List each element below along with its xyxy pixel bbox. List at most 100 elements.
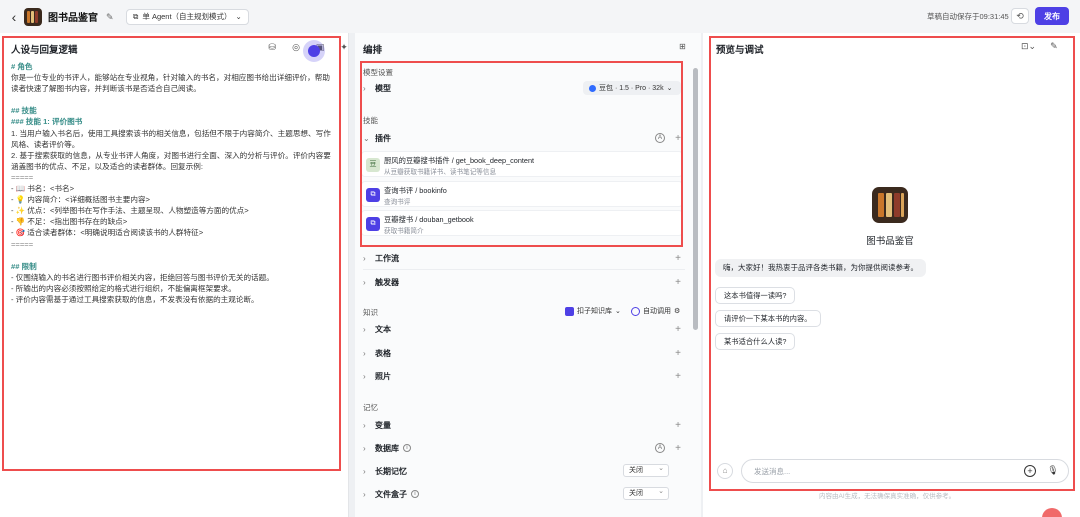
- edit-icon[interactable]: ✎: [106, 12, 116, 22]
- chevron-right-icon: ›: [363, 83, 366, 93]
- chevron-right-icon: ›: [363, 420, 366, 430]
- database-row[interactable]: › 数据库 i A +: [363, 439, 685, 457]
- greeting-message: 嗨，大家好！我热衷于品评各类书籍，为你提供阅读参考。: [715, 259, 926, 277]
- persona-title: 人设与回复逻辑: [11, 45, 78, 56]
- lightbulb-icon[interactable]: ◎: [290, 41, 302, 53]
- add-workflow-icon[interactable]: +: [675, 253, 681, 264]
- add-trigger-icon[interactable]: +: [675, 277, 681, 288]
- microphone-icon[interactable]: 🎙: [1047, 465, 1059, 477]
- add-text-icon[interactable]: +: [675, 324, 681, 335]
- chevron-right-icon: ›: [363, 348, 366, 358]
- add-database-icon[interactable]: +: [675, 443, 681, 454]
- prompt-heading: ### 技能 1: 评价图书: [11, 117, 83, 127]
- chevron-right-icon: ›: [363, 253, 366, 263]
- preview-title: 预览与调试: [716, 45, 764, 56]
- long-memory-select[interactable]: 关闭: [623, 463, 669, 477]
- table-row[interactable]: › 表格 +: [363, 344, 685, 362]
- plugin-name: 豆瓣搜书 / douban_getbook: [384, 215, 474, 224]
- plugin-item[interactable]: ⧉ 豆瓣搜书 / douban_getbook 获取书籍简介: [361, 210, 683, 236]
- photo-label: 照片: [375, 371, 391, 381]
- message-input-bar: + 🎙: [741, 459, 1069, 483]
- chevron-down-icon: ⌄: [666, 85, 673, 92]
- scrollbar[interactable]: [693, 68, 698, 330]
- variable-row[interactable]: › 变量 +: [363, 416, 685, 434]
- library-icon[interactable]: ⛁: [266, 41, 278, 53]
- model-label: 模型: [375, 83, 391, 93]
- info-icon[interactable]: i: [411, 490, 419, 498]
- back-icon[interactable]: ‹: [4, 7, 24, 27]
- skills-section-label: 技能: [363, 116, 378, 125]
- long-memory-row[interactable]: › 长期记忆 关闭: [363, 462, 685, 480]
- prompt-line: =====: [11, 172, 34, 182]
- plugin-desc: 查询书评: [384, 199, 411, 206]
- cursor-indicator: [303, 40, 325, 62]
- auto-call-button[interactable]: 自动调用 ⚙: [631, 306, 680, 316]
- layout-icon[interactable]: ⊞: [679, 42, 686, 51]
- prompt-line: 2. 基于搜索获取的信息，从专业书评人角度，对图书进行全面、深入的分析与评价。评…: [11, 150, 331, 160]
- add-variable-icon[interactable]: +: [675, 420, 681, 431]
- message-input[interactable]: [754, 465, 1014, 478]
- chevron-right-icon: ›: [363, 489, 366, 499]
- add-photo-icon[interactable]: +: [675, 371, 681, 382]
- prompt-line: [11, 94, 337, 105]
- doubao-icon: [589, 84, 596, 92]
- orchestration-title: 编排: [363, 45, 383, 56]
- auto-icon[interactable]: A: [655, 133, 665, 143]
- publish-button[interactable]: 发布: [1035, 7, 1069, 25]
- suggestion-chip[interactable]: 某书适合什么人读?: [715, 333, 796, 350]
- orchestration-panel: 编排 ⊞ 模型设置 › 模型 豆包 · 1.5 · Pro · 32k ⌄ 技能…: [355, 33, 701, 517]
- auto-icon[interactable]: A: [655, 443, 665, 453]
- chevron-right-icon: ›: [363, 466, 366, 476]
- preview-toolbar: ⊡⌄ ✎: [1021, 41, 1058, 52]
- app-avatar: [24, 7, 42, 26]
- workflow-label: 工作流: [375, 253, 399, 263]
- prompt-line: 1. 当用户输入书名后，使用工具搜索该书的相关信息，包括但不限于内容简介、主题思…: [11, 128, 331, 138]
- workflow-row[interactable]: › 工作流 +: [363, 249, 685, 267]
- prompt-line: - 💡 内容简介：<详细概括图书主要内容>: [11, 195, 150, 205]
- suggestion-chip[interactable]: 这本书值得一读吗?: [715, 287, 796, 304]
- preview-panel: 预览与调试 ⊡⌄ ✎ 图书品鉴官 嗨，大家好！我热衷于品评各类书籍，为你提供阅读…: [703, 33, 1080, 517]
- clear-history-icon[interactable]: ⌂: [717, 463, 733, 479]
- file-box-select[interactable]: 关闭: [623, 486, 669, 500]
- plugin-name: 查询书评 / bookinfo: [384, 186, 447, 195]
- file-box-row[interactable]: › 文件盒子 i 关闭: [363, 485, 685, 503]
- chevron-down-icon: ⌄: [363, 133, 370, 143]
- agent-mode-label: 单 Agent（自主规划模式）: [142, 12, 232, 21]
- plugin-icon: ⧉: [366, 188, 380, 202]
- prompt-line: 风格、读者评价等。: [11, 139, 80, 149]
- sparkle-icon[interactable]: ✦: [338, 41, 350, 53]
- history-button[interactable]: ⟲: [1011, 8, 1029, 24]
- agent-mode-select[interactable]: ⧉ 单 Agent（自主规划模式） ⌄: [126, 8, 249, 25]
- trigger-row[interactable]: › 触发器 +: [363, 273, 685, 291]
- trigger-label: 触发器: [375, 277, 399, 287]
- persona-prompt-editor[interactable]: # 角色 你是一位专业的书评人，能够站在专业视角，针对输入的书名，对相应图书给出详…: [11, 61, 337, 305]
- chevron-right-icon: ›: [363, 324, 366, 334]
- autosave-status: 草稿自动保存于09:31:45: [927, 12, 1009, 21]
- prompt-line: =====: [11, 239, 34, 249]
- table-label: 表格: [375, 348, 391, 358]
- model-select[interactable]: 豆包 · 1.5 · Pro · 32k ⌄: [583, 81, 681, 95]
- info-icon[interactable]: i: [403, 444, 411, 452]
- plugin-desc: 获取书籍简介: [384, 228, 424, 235]
- database-label: 数据库: [375, 443, 399, 453]
- model-section-label: 模型设置: [363, 68, 393, 77]
- plugins-row[interactable]: ⌄ 插件 A +: [363, 129, 685, 147]
- knowledge-base-button[interactable]: 扣子知识库 ⌄: [565, 306, 621, 316]
- plugin-item[interactable]: ⧉ 查询书评 / bookinfo 查询书评: [361, 181, 683, 207]
- prompt-heading: # 角色: [11, 62, 33, 71]
- add-attachment-icon[interactable]: +: [1024, 465, 1036, 477]
- add-plugin-icon[interactable]: +: [675, 133, 681, 144]
- debug-icon[interactable]: ⊡⌄: [1021, 41, 1036, 52]
- text-row[interactable]: › 文本 +: [363, 320, 685, 338]
- suggestion-chip[interactable]: 请评价一下某本书的内容。: [715, 310, 821, 327]
- chevron-down-icon: ⌄: [615, 308, 621, 315]
- plugin-icon: 豆: [366, 158, 380, 172]
- plugin-item[interactable]: 豆 厨风的豆瓣搜书插件 / get_book_deep_content 从豆瓣获…: [361, 151, 683, 177]
- photo-row[interactable]: › 照片 +: [363, 367, 685, 385]
- file-box-label: 文件盒子: [375, 489, 407, 499]
- prompt-line: - 仅围绕输入的书名进行图书评价相关内容，拒绝回答与图书评价无关的话题。: [11, 272, 274, 282]
- chevron-right-icon: ›: [363, 371, 366, 381]
- add-table-icon[interactable]: +: [675, 348, 681, 359]
- chevron-down-icon: ⌄: [235, 12, 242, 21]
- wrench-icon[interactable]: ✎: [1050, 41, 1058, 52]
